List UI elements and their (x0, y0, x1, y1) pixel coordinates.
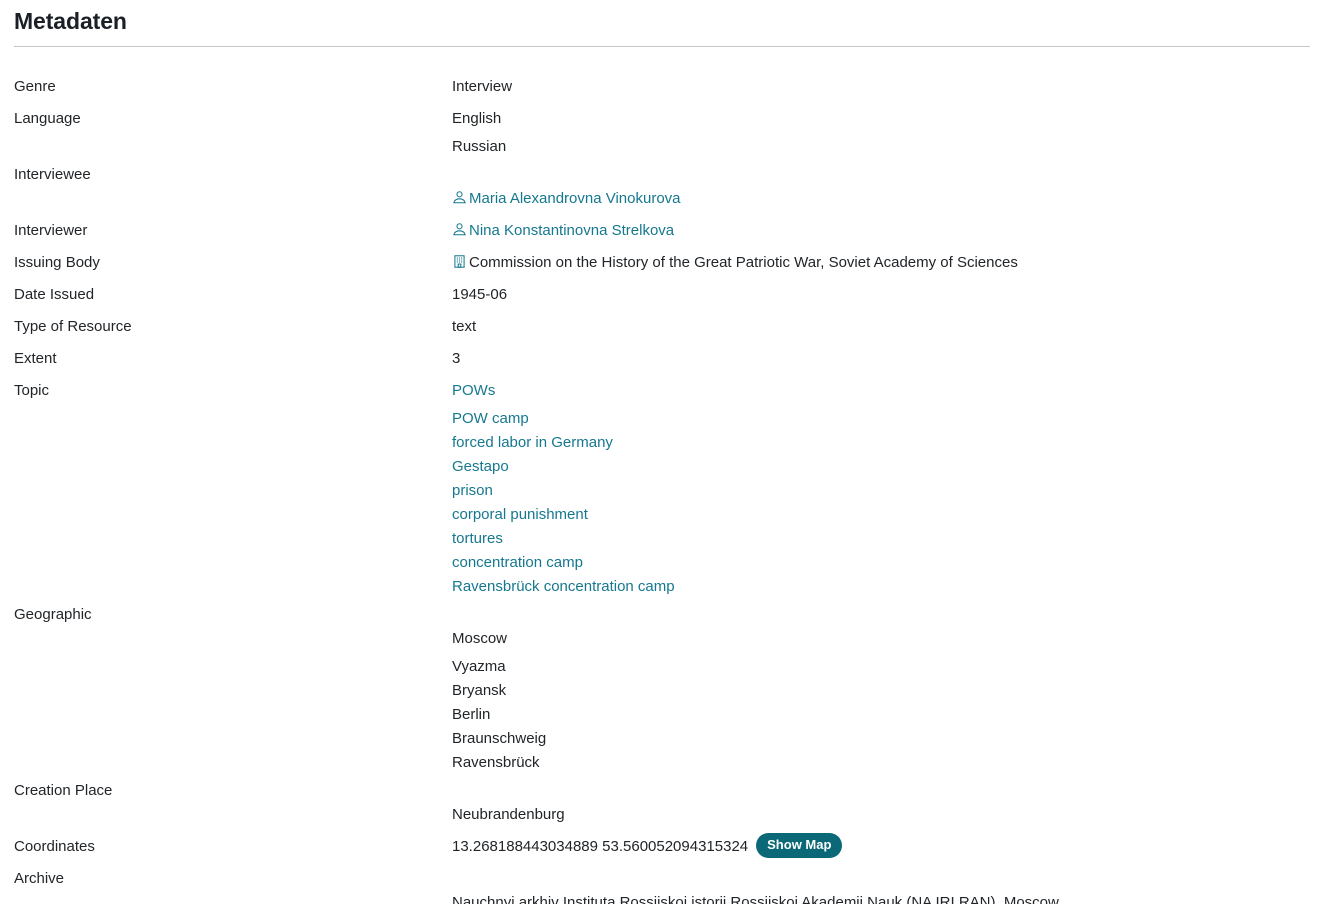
topic-link[interactable]: forced labor in Germany (452, 434, 613, 451)
person-icon (452, 222, 467, 237)
metadata-row-language: Language English Russian (0, 103, 1336, 159)
metadata-row-topic: Topic POWs POW camp forced labor in Germ… (0, 375, 1336, 599)
field-label-extent: Extent (14, 350, 57, 367)
geographic-value: Moscow (452, 630, 508, 647)
geographic-value: Bryansk (452, 682, 507, 699)
metadata-row-genre: Genre Interview (0, 71, 1336, 103)
field-label-interviewer: Interviewer (14, 222, 88, 239)
metadata-page: Metadaten Genre Interview Language Engli… (0, 0, 1336, 904)
language-value: English (452, 110, 502, 127)
metadata-row-interviewer: Interviewer Nina Konstantinovna Strelkov… (0, 215, 1336, 247)
interviewer-name[interactable]: Nina Konstantinovna Strelkova (469, 222, 674, 239)
topic-link[interactable]: concentration camp (452, 554, 583, 571)
show-map-button[interactable]: Show Map (756, 833, 843, 858)
field-value-genre: Interview (452, 71, 1336, 103)
field-label-interviewee: Interviewee (14, 166, 91, 183)
topic-link[interactable]: prison (452, 482, 493, 499)
field-label-geographic: Geographic (14, 606, 92, 623)
metadata-row-creation-place: Creation Place Neubrandenburg (0, 775, 1336, 831)
building-icon (452, 254, 467, 269)
topic-link[interactable]: corporal punishment (452, 506, 588, 523)
field-value-extent: 3 (452, 343, 1336, 375)
metadata-row-date-issued: Date Issued 1945-06 (0, 279, 1336, 311)
metadata-table: Genre Interview Language English Russian… (0, 71, 1336, 904)
field-label-issuing-body: Issuing Body (14, 254, 100, 271)
geographic-value: Braunschweig (452, 730, 547, 747)
field-value-interviewee: Maria Alexandrovna Vinokurova (452, 159, 1336, 215)
metadata-row-interviewee: Interviewee Maria Alexandrovna Vinokurov… (0, 159, 1336, 215)
topic-link[interactable]: POWs (452, 382, 495, 399)
field-value-type-of-resource: text (452, 311, 1336, 343)
extent-value: 3 (452, 350, 461, 367)
metadata-row-extent: Extent 3 (0, 343, 1336, 375)
date-issued-value: 1945-06 (452, 286, 508, 303)
field-label-creation-place: Creation Place (14, 782, 113, 799)
metadata-row-geographic: Geographic Moscow Vyazma Bryansk Berlin … (0, 599, 1336, 775)
field-value-date-issued: 1945-06 (452, 279, 1336, 311)
genre-value: Interview (452, 78, 513, 95)
field-label-topic: Topic (14, 382, 50, 399)
field-label-date-issued: Date Issued (14, 286, 95, 303)
topic-link[interactable]: Ravensbrück concentration camp (452, 578, 675, 595)
field-label-archive: Archive (14, 870, 65, 887)
person-icon (452, 190, 467, 205)
field-value-coordinates: 13.268188443034889 53.560052094315324 Sho… (452, 831, 1336, 863)
metadata-row-coordinates: Coordinates 13.268188443034889 53.560052… (0, 831, 1336, 863)
geographic-value: Ravensbrück (452, 754, 540, 771)
field-value-geographic: Moscow Vyazma Bryansk Berlin Braunschwei… (452, 599, 1336, 775)
coordinates-value: 13.268188443034889 53.560052094315324 (452, 838, 749, 855)
topic-link[interactable]: tortures (452, 530, 503, 547)
field-value-creation-place: Neubrandenburg (452, 775, 1336, 831)
field-label-genre: Genre (14, 78, 56, 95)
topic-link[interactable]: POW camp (452, 410, 529, 427)
geographic-value: Berlin (452, 706, 491, 723)
title-divider (14, 46, 1310, 47)
page-title: Metadaten (14, 8, 127, 34)
metadata-row-issuing-body: Issuing Body Commission on the History o… (0, 247, 1336, 279)
interviewee-name[interactable]: Maria Alexandrovna Vinokurova (469, 190, 681, 207)
geographic-value: Vyazma (452, 658, 506, 675)
field-label-coordinates: Coordinates (14, 838, 95, 855)
archive-value: Nauchnyi arkhiv Instituta Rossiiskoi ist… (452, 894, 1059, 904)
metadata-row-type-of-resource: Type of Resource text (0, 311, 1336, 343)
language-value: Russian (452, 138, 507, 155)
field-label-type-of-resource: Type of Resource (14, 318, 132, 335)
field-value-archive: Nauchnyi arkhiv Instituta Rossiiskoi ist… (452, 863, 1336, 904)
field-value-language: English Russian (452, 103, 1336, 159)
issuing-body-value: Commission on the History of the Great P… (469, 254, 1018, 271)
topic-link[interactable]: Gestapo (452, 458, 509, 475)
field-value-issuing-body: Commission on the History of the Great P… (452, 247, 1336, 279)
creation-place-value: Neubrandenburg (452, 806, 565, 823)
type-of-resource-value: text (452, 318, 477, 335)
field-value-topic: POWs POW camp forced labor in Germany Ge… (452, 375, 1336, 599)
field-value-interviewer: Nina Konstantinovna Strelkova (452, 215, 1336, 247)
metadata-row-archive: Archive Nauchnyi arkhiv Instituta Rossii… (0, 863, 1336, 904)
field-label-language: Language (14, 110, 81, 127)
